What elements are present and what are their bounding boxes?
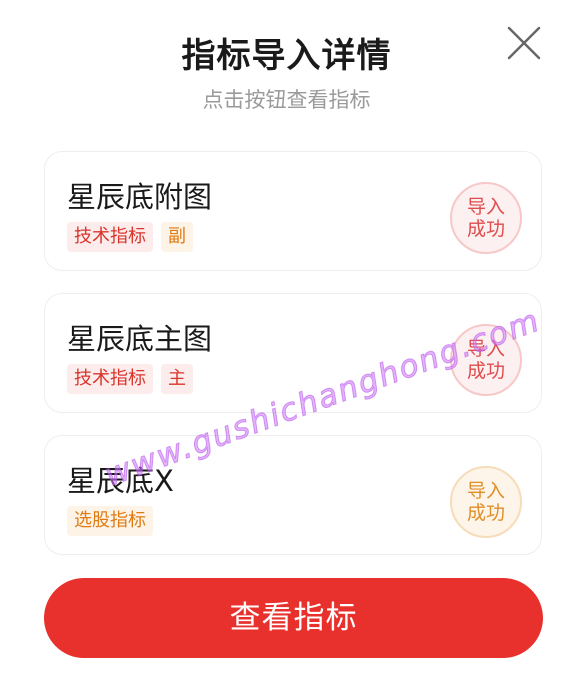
indicator-type-tag: 选股指标 [67,506,153,536]
indicator-type-tag: 技术指标 [67,222,153,252]
indicator-name: 星辰底主图 [67,322,213,356]
indicator-tags: 技术指标 副 [67,222,193,252]
indicator-position-tag: 副 [161,222,193,252]
stamp-line-2: 成功 [466,360,505,382]
page-title: 指标导入详情 [181,36,392,76]
page-subtitle: 点击按钮查看指标 [202,88,371,112]
indicator-tags: 选股指标 [67,506,153,536]
stamp-line-2: 成功 [466,502,505,524]
indicator-name: 星辰底附图 [67,180,213,214]
view-indicators-button[interactable]: 查看指标 [44,578,543,658]
indicator-type-tag: 技术指标 [67,364,153,394]
stamp-line-2: 成功 [466,218,505,240]
close-button[interactable] [505,24,543,62]
close-icon [507,26,541,60]
stamp-line-1: 导入 [466,196,505,218]
indicator-position-tag: 主 [161,364,193,394]
indicator-tags: 技术指标 主 [67,364,193,394]
import-success-stamp: 导入 成功 [450,182,522,254]
indicator-card: 星辰底附图 技术指标 副 导入 成功 [44,151,542,271]
stamp-line-1: 导入 [466,480,505,502]
import-success-stamp: 导入 成功 [450,466,522,538]
